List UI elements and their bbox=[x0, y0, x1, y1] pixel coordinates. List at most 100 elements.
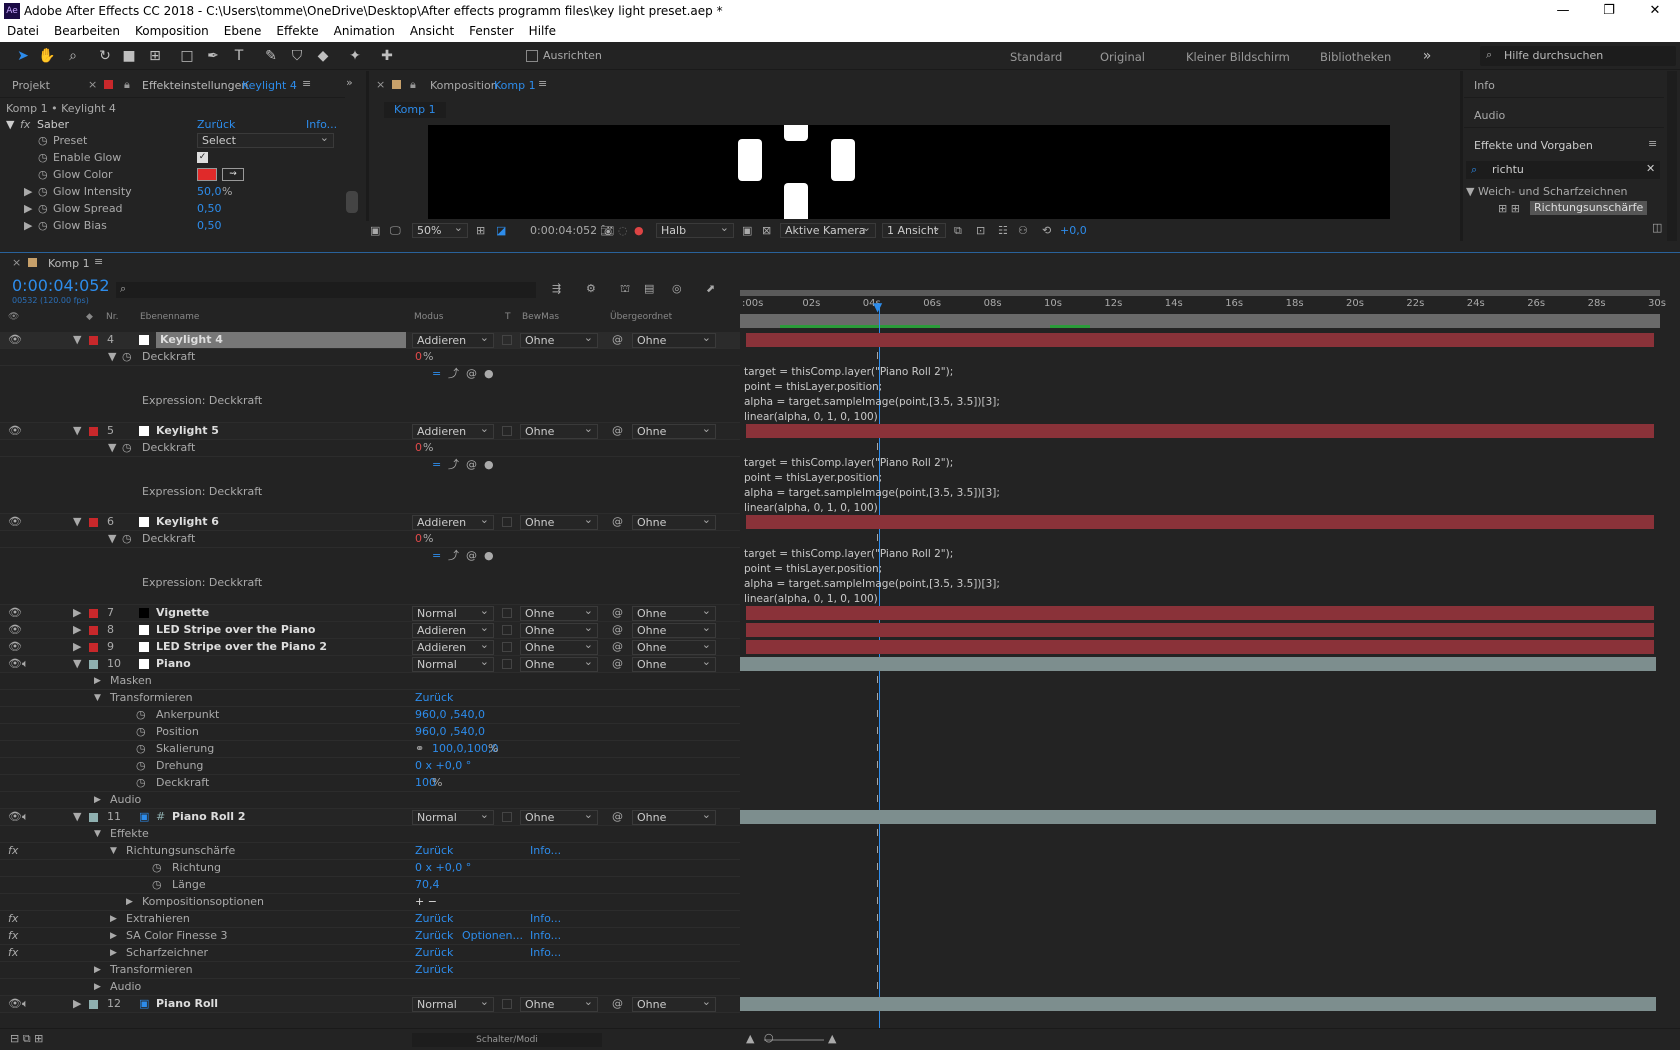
layer-name[interactable]: Keylight 5 bbox=[156, 423, 219, 439]
scrollbar[interactable] bbox=[1667, 71, 1677, 241]
close-tab-icon[interactable]: × bbox=[12, 256, 21, 269]
label-color-icon[interactable] bbox=[89, 609, 98, 618]
reset-link[interactable]: Zurück bbox=[415, 911, 453, 927]
layer-duration-bar[interactable] bbox=[746, 515, 1654, 529]
camera-tool-icon[interactable]: ■ bbox=[120, 47, 138, 65]
resolution-select[interactable]: Halb bbox=[656, 221, 734, 238]
expand-icon[interactable]: ▼ bbox=[1466, 185, 1474, 198]
fx-icon[interactable]: fx bbox=[8, 911, 18, 927]
stopwatch-icon[interactable]: ◷ bbox=[38, 168, 48, 181]
twirl-icon[interactable]: ▼ bbox=[73, 514, 81, 530]
panel-menu-icon[interactable]: ≡ bbox=[1648, 137, 1657, 150]
expand-icon[interactable]: ▶ bbox=[24, 202, 32, 215]
opacity-value[interactable]: 0 bbox=[415, 349, 422, 365]
preserve-transparency-box[interactable] bbox=[502, 426, 512, 436]
layer-row[interactable]: 👁︎ ▶ 8 LED Stripe over the Piano Addieren Ohn… bbox=[0, 621, 740, 639]
pan-behind-tool-icon[interactable]: ⊞ bbox=[146, 47, 164, 65]
property-value[interactable]: 0 x +0,0 ° bbox=[415, 758, 471, 774]
layer-search-input[interactable]: ⌕ bbox=[116, 282, 536, 298]
work-area-bar[interactable] bbox=[740, 290, 1660, 296]
expression-code[interactable]: target = thisComp.layer("Piano Roll 2");… bbox=[744, 365, 1000, 425]
glow-color-swatch[interactable] bbox=[197, 168, 217, 181]
expression-menu-icon[interactable]: ● bbox=[484, 548, 494, 564]
layer-row[interactable]: 👁︎🔈︎ ▶ 12 ▣ Piano Roll Normal Ohne @ Ohne bbox=[0, 995, 740, 1013]
glow-intensity-value[interactable]: 50,0 bbox=[197, 185, 222, 198]
layer-duration-bar[interactable] bbox=[740, 657, 1656, 671]
expression-enable-icon[interactable]: = bbox=[432, 457, 441, 473]
constrain-proportions-icon[interactable]: ⚭ bbox=[415, 741, 424, 757]
draft-3d-icon[interactable]: ⚙ bbox=[586, 282, 596, 295]
expand-icon[interactable]: ▶ bbox=[24, 219, 32, 232]
property-value[interactable]: 70,4 bbox=[415, 877, 440, 893]
parent-select[interactable]: Ohne bbox=[632, 655, 716, 672]
eyedropper-icon[interactable]: ⇝ bbox=[222, 168, 244, 181]
expression-enable-icon[interactable]: = bbox=[432, 548, 441, 564]
reset-link[interactable]: Zurück bbox=[415, 945, 453, 961]
twirl-icon[interactable]: ▶ bbox=[126, 894, 133, 910]
info-link[interactable]: Info... bbox=[530, 928, 561, 944]
twirl-icon[interactable]: ▶ bbox=[110, 928, 117, 944]
blend-mode-select[interactable]: Normal bbox=[412, 604, 494, 621]
scrollbar-thumb[interactable] bbox=[346, 191, 358, 213]
layer-name[interactable]: Keylight 6 bbox=[156, 514, 219, 530]
zoom-tool-icon[interactable]: ⌕ bbox=[64, 47, 82, 65]
menu-datei[interactable]: Datei bbox=[0, 22, 47, 38]
twirl-icon[interactable]: ▶ bbox=[73, 605, 81, 621]
workspace-libraries[interactable]: Bibliotheken bbox=[1320, 50, 1391, 64]
effect-info-link[interactable]: Info... bbox=[306, 118, 337, 131]
puppet-tool-icon[interactable]: ✚ bbox=[378, 47, 396, 65]
info-link[interactable]: Info... bbox=[530, 911, 561, 927]
workspace-standard[interactable]: Standard bbox=[1010, 50, 1062, 64]
footer-icon[interactable]: ⊟ ⧉ ⊞ bbox=[10, 1032, 43, 1046]
zoom-out-icon[interactable]: ▲ bbox=[746, 1032, 754, 1045]
property-value[interactable]: 0 x +0,0 ° bbox=[415, 860, 471, 876]
layer-name[interactable]: LED Stripe over the Piano bbox=[156, 622, 316, 638]
text-tool-icon[interactable]: T bbox=[230, 47, 248, 65]
rectangle-tool-icon[interactable]: □ bbox=[178, 47, 196, 65]
minimize-icon[interactable]: — bbox=[1540, 0, 1586, 22]
track-matte-select[interactable]: Ohne bbox=[520, 513, 598, 530]
safe-zones-icon[interactable]: ⊞ bbox=[476, 224, 485, 237]
brush-tool-icon[interactable]: ✎ bbox=[262, 47, 280, 65]
lock-icon[interactable]: 🔒︎ bbox=[124, 78, 130, 92]
selection-tool-icon[interactable]: ➤ bbox=[14, 47, 32, 65]
layer-row[interactable]: 👁︎🔈︎ ▼ 11 ▣ # Piano Roll 2 Normal Ohne @ Ohne bbox=[0, 808, 740, 826]
layer-duration-bar[interactable] bbox=[746, 623, 1654, 637]
stopwatch-icon[interactable]: ◷ bbox=[122, 349, 132, 365]
show-snapshot-icon[interactable]: ◌ bbox=[618, 224, 628, 237]
blend-mode-select[interactable]: Addieren bbox=[412, 422, 494, 439]
new-folder-icon[interactable]: ◫ bbox=[1652, 221, 1662, 234]
layer-name[interactable]: Piano bbox=[156, 656, 191, 672]
pickwhip-icon[interactable]: @ bbox=[612, 996, 623, 1012]
enable-glow-checkbox[interactable]: ✓ bbox=[197, 152, 208, 163]
playhead-handle-icon[interactable]: ▼ bbox=[873, 300, 885, 314]
more-workspaces-icon[interactable]: » bbox=[1418, 47, 1436, 65]
layer-name[interactable]: Vignette bbox=[156, 605, 209, 621]
audio-icon[interactable]: 🔈︎ bbox=[22, 996, 29, 1012]
pickwhip-icon[interactable]: @ bbox=[466, 548, 477, 564]
effects-search[interactable]: ⌕ richtu ✕ bbox=[1466, 161, 1660, 179]
track-matte-select[interactable]: Ohne bbox=[520, 604, 598, 621]
graph-icon[interactable]: ⤴ bbox=[448, 457, 459, 473]
blend-mode-select[interactable]: Normal bbox=[412, 808, 494, 825]
twirl-icon[interactable]: ▼ bbox=[73, 423, 81, 439]
preserve-transparency-box[interactable] bbox=[502, 812, 512, 822]
camera-icon[interactable]: 📷︎ bbox=[600, 224, 614, 237]
expand-panels-icon[interactable]: » bbox=[346, 76, 353, 89]
menu-fenster[interactable]: Fenster bbox=[462, 22, 522, 38]
timeline-timecode[interactable]: 0:00:04:052 bbox=[12, 276, 110, 295]
pickwhip-icon[interactable]: @ bbox=[612, 514, 623, 530]
label-color-icon[interactable] bbox=[89, 660, 98, 669]
parent-select[interactable]: Ohne bbox=[632, 604, 716, 621]
twirl-icon[interactable]: ▼ bbox=[108, 349, 116, 365]
reset-link[interactable]: Zurück bbox=[415, 843, 453, 859]
pickwhip-icon[interactable]: @ bbox=[466, 457, 477, 473]
eye-icon[interactable]: 👁︎ bbox=[8, 605, 22, 621]
workspace-original[interactable]: Original bbox=[1100, 50, 1145, 64]
stopwatch-icon[interactable]: ◷ bbox=[38, 151, 48, 164]
blend-mode-select[interactable]: Addieren bbox=[412, 621, 494, 638]
close-tab-icon[interactable]: × bbox=[376, 78, 385, 91]
stopwatch-icon[interactable]: ◷ bbox=[122, 531, 132, 547]
track-matte-select[interactable]: Ohne bbox=[520, 638, 598, 655]
track-matte-select[interactable]: Ohne bbox=[520, 995, 598, 1012]
